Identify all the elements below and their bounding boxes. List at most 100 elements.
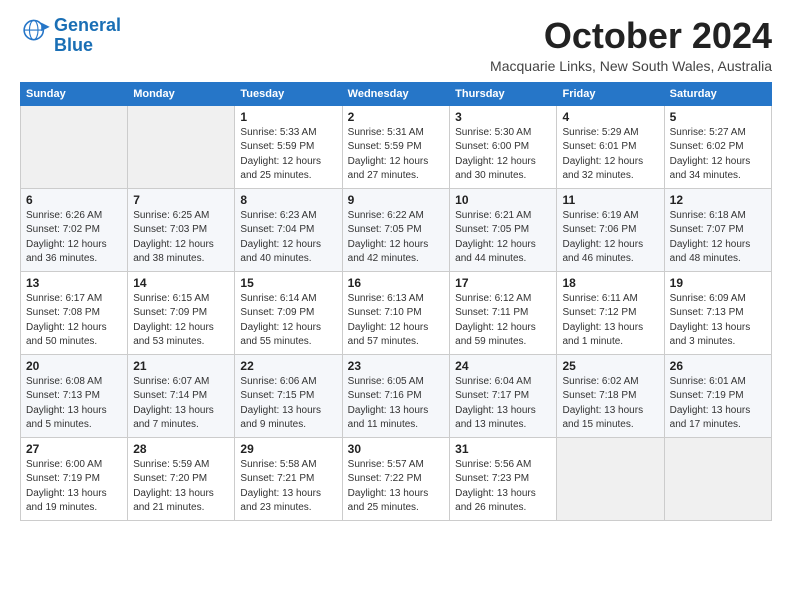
day-detail: Sunrise: 5:29 AM Sunset: 6:01 PM Dayligh… [562, 126, 658, 184]
day-detail: Sunrise: 5:56 AM Sunset: 7:23 PM Dayligh… [455, 458, 551, 516]
day-detail: Sunrise: 6:18 AM Sunset: 7:07 PM Dayligh… [670, 209, 766, 267]
day-number: 18 [562, 276, 658, 290]
day-detail: Sunrise: 6:26 AM Sunset: 7:02 PM Dayligh… [26, 209, 122, 267]
day-detail: Sunrise: 6:06 AM Sunset: 7:15 PM Dayligh… [240, 375, 336, 433]
calendar-table: SundayMondayTuesdayWednesdayThursdayFrid… [20, 82, 772, 521]
day-number: 10 [455, 193, 551, 207]
calendar-cell [21, 105, 128, 188]
calendar-cell: 9Sunrise: 6:22 AM Sunset: 7:05 PM Daylig… [342, 188, 449, 271]
day-number: 5 [670, 110, 766, 124]
day-detail: Sunrise: 6:22 AM Sunset: 7:05 PM Dayligh… [348, 209, 444, 267]
day-detail: Sunrise: 5:57 AM Sunset: 7:22 PM Dayligh… [348, 458, 444, 516]
day-detail: Sunrise: 6:08 AM Sunset: 7:13 PM Dayligh… [26, 375, 122, 433]
day-number: 25 [562, 359, 658, 373]
day-number: 3 [455, 110, 551, 124]
calendar-cell [664, 437, 771, 520]
calendar-cell: 6 Sunrise: 6:26 AM Sunset: 7:02 PM Daylig… [21, 188, 128, 271]
day-detail: Sunrise: 6:12 AM Sunset: 7:11 PM Dayligh… [455, 292, 551, 350]
calendar-cell: 25 Sunrise: 6:02 AM Sunset: 7:18 PM Dayli… [557, 354, 664, 437]
day-number: 7 [133, 193, 229, 207]
title-area: October 2024 Macquarie Links, New South … [490, 16, 772, 74]
day-detail: Sunrise: 6:09 AM Sunset: 7:13 PM Dayligh… [670, 292, 766, 350]
day-number: 4 [562, 110, 658, 124]
calendar-cell: 31 Sunrise: 5:56 AM Sunset: 7:23 PM Dayli… [450, 437, 557, 520]
calendar-week-row: 13Sunrise: 6:17 AM Sunset: 7:08 PM Dayli… [21, 271, 772, 354]
day-number: 22 [240, 359, 336, 373]
weekday-header-tuesday: Tuesday [235, 82, 342, 105]
calendar-cell: 11 Sunrise: 6:19 AM Sunset: 7:06 PM Dayli… [557, 188, 664, 271]
day-detail: Sunrise: 6:11 AM Sunset: 7:12 PM Dayligh… [562, 292, 658, 350]
day-number: 31 [455, 442, 551, 456]
day-detail: Sunrise: 5:27 AM Sunset: 6:02 PM Dayligh… [670, 126, 766, 184]
day-number: 17 [455, 276, 551, 290]
logo-general: General [54, 15, 121, 35]
day-number: 14 [133, 276, 229, 290]
day-number: 13 [26, 276, 122, 290]
calendar-cell: 21Sunrise: 6:07 AM Sunset: 7:14 PM Dayli… [128, 354, 235, 437]
day-number: 29 [240, 442, 336, 456]
calendar-cell: 28Sunrise: 5:59 AM Sunset: 7:20 PM Dayli… [128, 437, 235, 520]
calendar-week-row: 20 Sunrise: 6:08 AM Sunset: 7:13 PM Dayli… [21, 354, 772, 437]
calendar-cell: 2Sunrise: 5:31 AM Sunset: 5:59 PM Daylig… [342, 105, 449, 188]
day-detail: Sunrise: 6:13 AM Sunset: 7:10 PM Dayligh… [348, 292, 444, 350]
calendar-cell: 18 Sunrise: 6:11 AM Sunset: 7:12 PM Dayli… [557, 271, 664, 354]
day-detail: Sunrise: 6:05 AM Sunset: 7:16 PM Dayligh… [348, 375, 444, 433]
calendar-cell: 26Sunrise: 6:01 AM Sunset: 7:19 PM Dayli… [664, 354, 771, 437]
calendar-cell: 5 Sunrise: 5:27 AM Sunset: 6:02 PM Daylig… [664, 105, 771, 188]
day-detail: Sunrise: 6:19 AM Sunset: 7:06 PM Dayligh… [562, 209, 658, 267]
day-number: 28 [133, 442, 229, 456]
calendar-cell: 10 Sunrise: 6:21 AM Sunset: 7:05 PM Dayli… [450, 188, 557, 271]
weekday-header-friday: Friday [557, 82, 664, 105]
day-detail: Sunrise: 5:31 AM Sunset: 5:59 PM Dayligh… [348, 126, 444, 184]
day-detail: Sunrise: 6:02 AM Sunset: 7:18 PM Dayligh… [562, 375, 658, 433]
day-number: 11 [562, 193, 658, 207]
calendar-cell: 13Sunrise: 6:17 AM Sunset: 7:08 PM Dayli… [21, 271, 128, 354]
calendar-cell: 3 Sunrise: 5:30 AM Sunset: 6:00 PM Daylig… [450, 105, 557, 188]
calendar-cell: 1 Sunrise: 5:33 AM Sunset: 5:59 PM Daylig… [235, 105, 342, 188]
day-detail: Sunrise: 6:23 AM Sunset: 7:04 PM Dayligh… [240, 209, 336, 267]
calendar-cell [128, 105, 235, 188]
day-number: 23 [348, 359, 444, 373]
calendar-cell: 14 Sunrise: 6:15 AM Sunset: 7:09 PM Dayli… [128, 271, 235, 354]
calendar-cell: 30 Sunrise: 5:57 AM Sunset: 7:22 PM Dayli… [342, 437, 449, 520]
calendar-week-row: 27 Sunrise: 6:00 AM Sunset: 7:19 PM Dayli… [21, 437, 772, 520]
weekday-header-wednesday: Wednesday [342, 82, 449, 105]
logo-icon [22, 17, 54, 49]
day-detail: Sunrise: 6:04 AM Sunset: 7:17 PM Dayligh… [455, 375, 551, 433]
day-detail: Sunrise: 6:25 AM Sunset: 7:03 PM Dayligh… [133, 209, 229, 267]
day-number: 26 [670, 359, 766, 373]
day-detail: Sunrise: 5:33 AM Sunset: 5:59 PM Dayligh… [240, 126, 336, 184]
calendar-cell: 29 Sunrise: 5:58 AM Sunset: 7:21 PM Dayli… [235, 437, 342, 520]
day-number: 15 [240, 276, 336, 290]
weekday-header-thursday: Thursday [450, 82, 557, 105]
calendar-cell: 4 Sunrise: 5:29 AM Sunset: 6:01 PM Daylig… [557, 105, 664, 188]
day-detail: Sunrise: 6:00 AM Sunset: 7:19 PM Dayligh… [26, 458, 122, 516]
day-number: 19 [670, 276, 766, 290]
day-detail: Sunrise: 6:21 AM Sunset: 7:05 PM Dayligh… [455, 209, 551, 267]
day-detail: Sunrise: 5:58 AM Sunset: 7:21 PM Dayligh… [240, 458, 336, 516]
day-detail: Sunrise: 6:14 AM Sunset: 7:09 PM Dayligh… [240, 292, 336, 350]
logo: General Blue [20, 16, 121, 56]
weekday-header-monday: Monday [128, 82, 235, 105]
calendar-cell: 8Sunrise: 6:23 AM Sunset: 7:04 PM Daylig… [235, 188, 342, 271]
day-detail: Sunrise: 5:30 AM Sunset: 6:00 PM Dayligh… [455, 126, 551, 184]
calendar-cell: 22 Sunrise: 6:06 AM Sunset: 7:15 PM Dayli… [235, 354, 342, 437]
calendar-week-row: 6 Sunrise: 6:26 AM Sunset: 7:02 PM Daylig… [21, 188, 772, 271]
calendar-cell: 19 Sunrise: 6:09 AM Sunset: 7:13 PM Dayli… [664, 271, 771, 354]
page-header: General Blue October 2024 Macquarie Link… [20, 16, 772, 74]
day-number: 20 [26, 359, 122, 373]
day-number: 27 [26, 442, 122, 456]
day-number: 6 [26, 193, 122, 207]
calendar-week-row: 1 Sunrise: 5:33 AM Sunset: 5:59 PM Daylig… [21, 105, 772, 188]
calendar-cell: 12Sunrise: 6:18 AM Sunset: 7:07 PM Dayli… [664, 188, 771, 271]
calendar-cell [557, 437, 664, 520]
day-number: 1 [240, 110, 336, 124]
day-number: 21 [133, 359, 229, 373]
weekday-header-row: SundayMondayTuesdayWednesdayThursdayFrid… [21, 82, 772, 105]
day-detail: Sunrise: 6:15 AM Sunset: 7:09 PM Dayligh… [133, 292, 229, 350]
calendar-cell: 15 Sunrise: 6:14 AM Sunset: 7:09 PM Dayli… [235, 271, 342, 354]
day-number: 30 [348, 442, 444, 456]
month-title: October 2024 [490, 16, 772, 56]
logo-blue: Blue [54, 35, 93, 55]
calendar-cell: 17 Sunrise: 6:12 AM Sunset: 7:11 PM Dayli… [450, 271, 557, 354]
